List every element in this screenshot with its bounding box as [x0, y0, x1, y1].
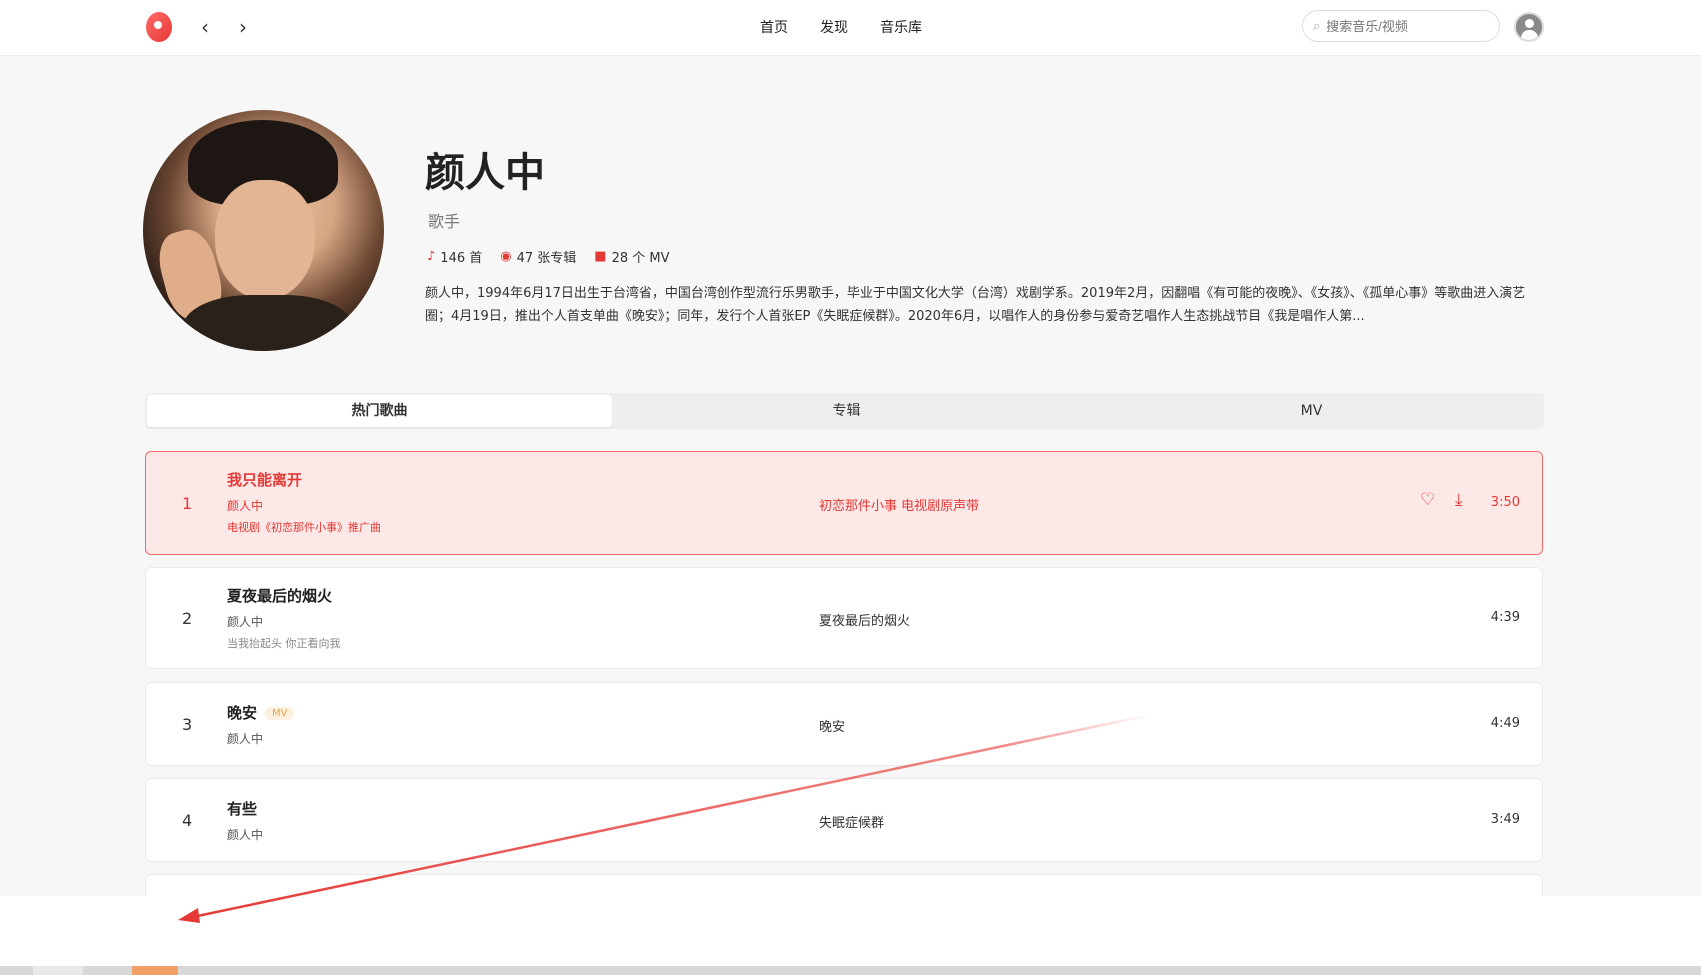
- song-number: 4: [182, 811, 193, 830]
- chevron-right-icon[interactable]: ›: [232, 14, 254, 40]
- taskbar-strip: [0, 966, 1701, 975]
- song-row[interactable]: 2 夏夜最后的烟火 颜人中 当我抬起头 你正看向我 夏夜最后的烟火 4:39: [145, 567, 1543, 669]
- artist-bio[interactable]: 颜人中，1994年6月17日出生于台湾省，中国台湾创作型流行乐男歌手，毕业于中国…: [425, 282, 1541, 328]
- song-row[interactable]: 3 晚安 MV 颜人中 晚安 4:49: [145, 682, 1543, 766]
- disc-icon: ◉: [500, 249, 512, 264]
- album-count-stat: ◉ 47 张专辑: [500, 247, 576, 266]
- song-duration: 3:50: [1490, 495, 1520, 510]
- song-duration: 3:49: [1490, 812, 1520, 827]
- song-duration: 4:39: [1490, 610, 1520, 625]
- search-icon: ⌕: [1313, 18, 1321, 34]
- mv-badge[interactable]: MV: [265, 707, 295, 720]
- artist-stats: ♪ 146 首 ◉ 47 张专辑 ■ 28 个 MV: [427, 247, 670, 266]
- music-note-icon: ♪: [427, 249, 436, 264]
- nav-link-home[interactable]: 首页: [760, 17, 788, 37]
- video-camera-icon: ■: [594, 249, 607, 264]
- song-duration: 4:49: [1490, 716, 1520, 731]
- song-title: 夏夜最后的烟火: [227, 587, 333, 605]
- song-row[interactable]: 4 有些 颜人中 失眠症候群 3:49: [145, 778, 1543, 862]
- chevron-left-icon[interactable]: ‹: [194, 14, 216, 40]
- nav-link-library[interactable]: 音乐库: [880, 17, 922, 37]
- player-area: [0, 896, 1701, 966]
- song-album[interactable]: 晚安: [819, 716, 845, 735]
- song-artist[interactable]: 颜人中: [227, 497, 263, 514]
- tab-hot-songs[interactable]: 热门歌曲: [147, 395, 612, 427]
- app-logo-icon[interactable]: [146, 12, 172, 42]
- search-box[interactable]: ⌕: [1302, 10, 1500, 42]
- song-count: 146 首: [440, 251, 483, 266]
- song-album[interactable]: 初恋那件小事 电视剧原声带: [819, 495, 979, 514]
- main-nav: 首页 发现 音乐库: [760, 17, 922, 37]
- song-album[interactable]: 失眠症候群: [819, 812, 884, 831]
- song-title-text: 晚安: [227, 704, 258, 722]
- nav-link-discover[interactable]: 发现: [820, 17, 848, 37]
- top-bar: ‹ › 首页 发现 音乐库 ⌕: [0, 0, 1701, 56]
- heart-icon[interactable]: ♡: [1420, 490, 1435, 510]
- artist-name: 颜人中: [425, 150, 545, 196]
- song-artist[interactable]: 颜人中: [227, 826, 263, 843]
- song-artist[interactable]: 颜人中: [227, 730, 263, 747]
- album-count: 47 张专辑: [516, 251, 577, 266]
- user-avatar[interactable]: [1514, 12, 1544, 42]
- song-artist[interactable]: 颜人中: [227, 613, 263, 630]
- song-album[interactable]: 夏夜最后的烟火: [819, 610, 910, 629]
- tab-albums[interactable]: 专辑: [614, 393, 1079, 429]
- artist-photo: [143, 110, 384, 351]
- artist-role: 歌手: [428, 212, 461, 231]
- song-number: 2: [182, 609, 193, 628]
- song-title: 有些: [227, 800, 258, 818]
- mv-count: 28 个 MV: [611, 251, 670, 266]
- song-title: 晚安 MV: [227, 702, 295, 723]
- tab-mv[interactable]: MV: [1079, 393, 1544, 429]
- song-row[interactable]: 1 我只能离开 颜人中 电视剧《初恋那件小事》推广曲 初恋那件小事 电视剧原声带…: [145, 451, 1543, 555]
- song-number: 1: [182, 494, 193, 513]
- artist-tabs: 热门歌曲 专辑 MV: [145, 393, 1544, 429]
- song-count-stat: ♪ 146 首: [427, 247, 482, 266]
- song-title: 我只能离开: [227, 471, 303, 489]
- song-subtitle: 当我抬起头 你正看向我: [227, 637, 341, 650]
- search-input[interactable]: [1324, 17, 1479, 35]
- song-subtitle: 电视剧《初恋那件小事》推广曲: [227, 521, 381, 534]
- download-icon[interactable]: ⤓: [1455, 490, 1463, 510]
- song-number: 3: [182, 715, 193, 734]
- mv-count-stat: ■ 28 个 MV: [594, 247, 669, 266]
